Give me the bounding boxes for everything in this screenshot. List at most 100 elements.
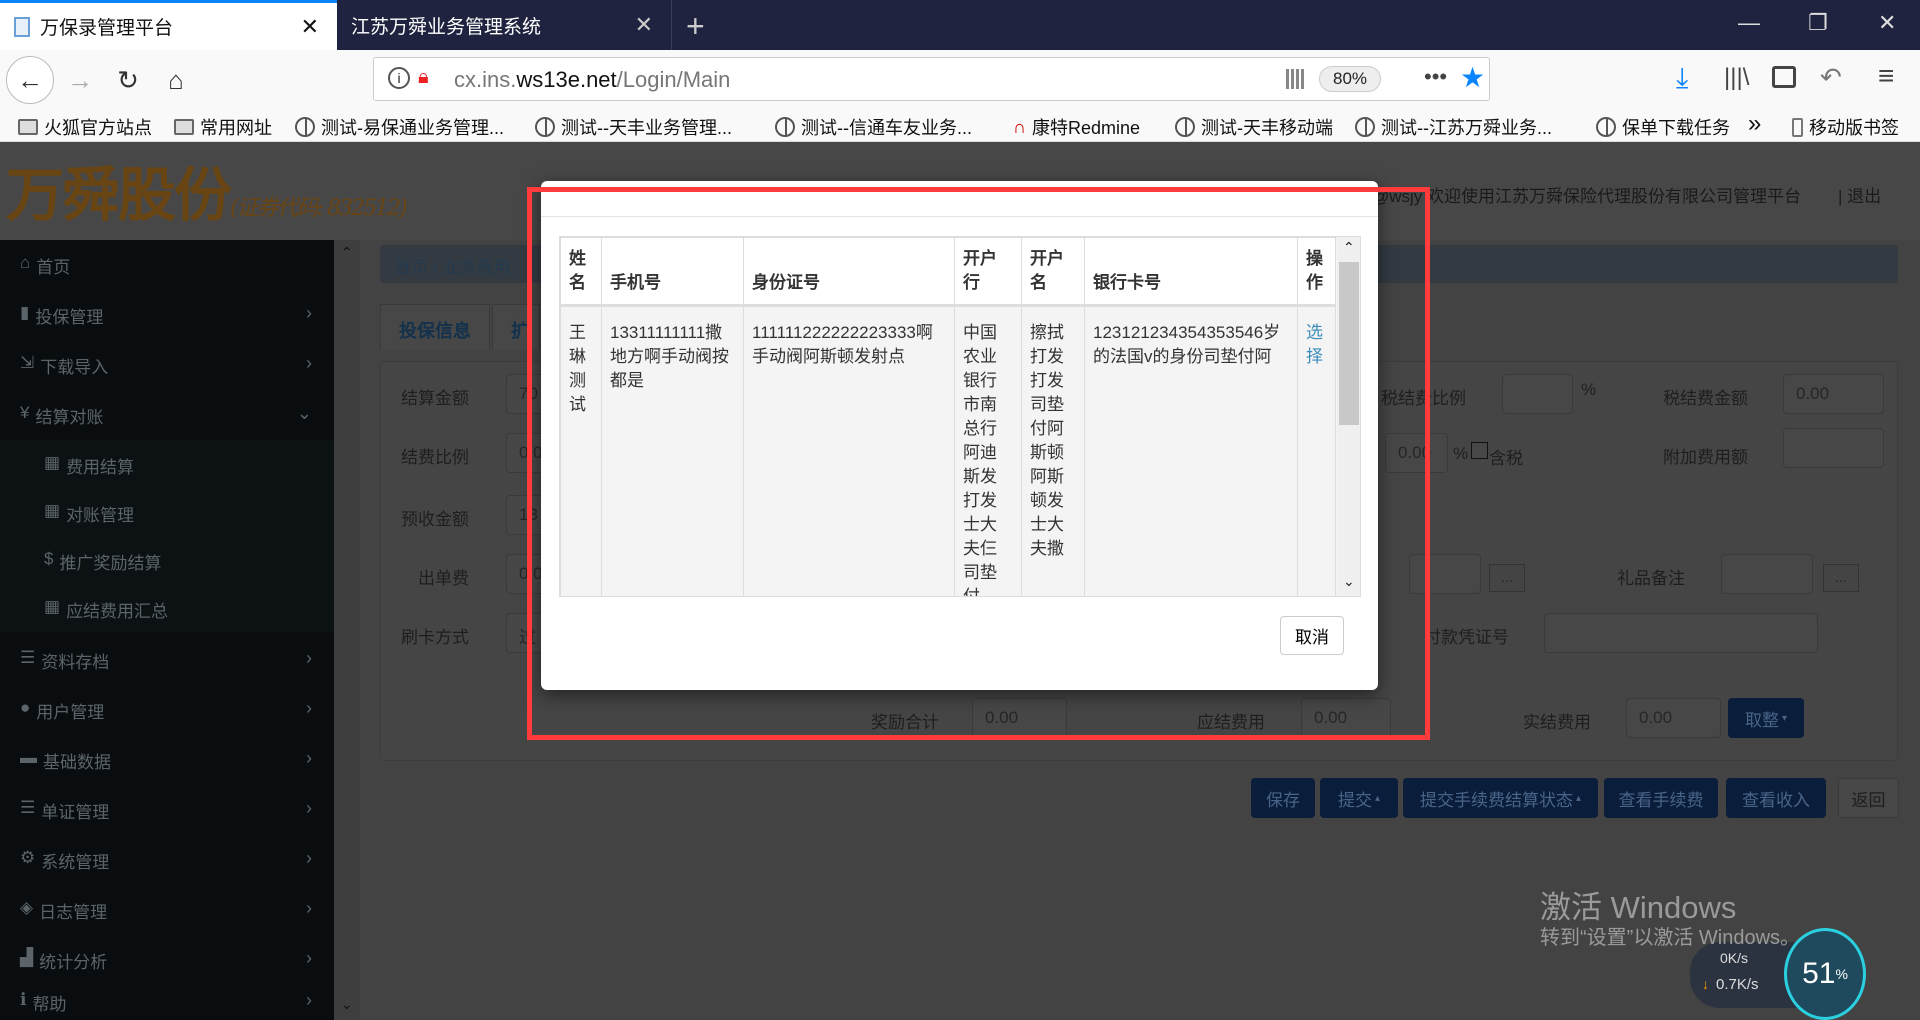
select-link[interactable]: 选择 — [1306, 323, 1323, 366]
view-income-button[interactable]: 查看收入 — [1726, 778, 1826, 818]
window-close-icon[interactable]: ✕ — [1878, 10, 1896, 36]
sidebar-item-logs[interactable]: ◈ 日志管理 › — [0, 885, 334, 935]
info-icon[interactable]: i — [388, 67, 410, 89]
bookmark-label: 火狐官方站点 — [44, 118, 152, 138]
download-icon[interactable]: ⤓ — [1676, 62, 1688, 95]
breadcrumb-home[interactable]: 首页 — [394, 258, 428, 277]
new-tab-button[interactable]: + — [686, 8, 705, 45]
extra-fee-input[interactable] — [1783, 428, 1884, 468]
address-bar[interactable]: i 🔒︎ cx.ins.ws13e.net/Login/Main 80% •••… — [373, 57, 1490, 101]
sidebar-item-help[interactable]: ℹ 帮助 › — [0, 980, 334, 1020]
sidebar-item-policy[interactable]: ▮ 投保管理 › — [0, 290, 334, 340]
scrollbar-thumb[interactable] — [1339, 262, 1359, 425]
sidebar-toggle-icon[interactable] — [1772, 66, 1796, 88]
bookmark[interactable]: 测试--信通车友业务... — [775, 114, 972, 140]
browser-tab[interactable]: 江苏万舜业务管理系统 ✕ — [337, 0, 672, 50]
table-scrollbar[interactable]: ⌃ ⌄ — [1337, 237, 1360, 596]
bookmark[interactable]: 火狐官方站点 — [18, 114, 152, 140]
gift-browse-button[interactable]: ... — [1823, 564, 1859, 592]
restore-icon[interactable]: ❐ — [1808, 10, 1828, 36]
bookmark-star-icon[interactable]: ★ — [1460, 61, 1485, 94]
chevron-right-icon: › — [306, 848, 312, 868]
sidebar-scrollbar[interactable]: ⌃ ⌄ — [334, 240, 360, 1020]
cell-action: 选择 — [1297, 305, 1336, 596]
sidebar-subitem-promo-reward[interactable]: $ 推广奖励结算 — [0, 536, 334, 584]
bookmarks-overflow-button[interactable]: » — [1748, 110, 1761, 138]
logout-link[interactable]: | 退出 — [1838, 182, 1881, 207]
info-icon: ℹ — [20, 990, 27, 1009]
tab-policy-info[interactable]: 投保信息 — [380, 304, 490, 350]
scroll-down-icon[interactable]: ⌄ — [341, 996, 353, 1013]
bookmark[interactable]: 测试-天丰移动端 — [1175, 114, 1333, 140]
bookmark[interactable]: 测试--天丰业务管理... — [535, 114, 732, 140]
bookmark[interactable]: 移动版书签 — [1792, 114, 1899, 140]
card-mode-label: 刷卡方式 — [401, 628, 469, 647]
voucher-input[interactable] — [1544, 613, 1818, 653]
sidebar-item-import[interactable]: ⇲ 下载导入 › — [0, 340, 334, 390]
save-button[interactable]: 保存 — [1251, 778, 1315, 818]
scroll-up-icon[interactable]: ⌃ — [1343, 239, 1355, 256]
submit-dropdown-button[interactable]: 提交 ▴ — [1320, 778, 1398, 818]
back-button[interactable]: ← — [6, 56, 54, 104]
url-text[interactable]: cx.ins.ws13e.net/Login/Main — [454, 67, 730, 93]
sidebar-subitem-fee-summary[interactable]: ▦ 应结费用汇总 — [0, 584, 334, 632]
bookmark[interactable]: 保单下载任务 — [1596, 114, 1746, 140]
undo-icon[interactable]: ↶ — [1820, 62, 1842, 93]
cancel-button[interactable]: 取消 — [1280, 616, 1344, 655]
sidebar-item-settlement[interactable]: ¥ 结算对账 ⌄ — [0, 390, 334, 440]
bookmark-label: 常用网址 — [200, 118, 272, 138]
bookmark[interactable]: 常用网址 — [174, 114, 272, 140]
sidebar-item-stats[interactable]: ▟ 统计分析 › — [0, 935, 334, 985]
ratio-input[interactable]: 0.00 — [1385, 433, 1448, 473]
library-icon[interactable]: |||\ — [1724, 64, 1749, 92]
chevron-right-icon: › — [306, 698, 312, 718]
reward-total-input[interactable]: 0.00 — [972, 698, 1067, 738]
sidebar-item-documents[interactable]: ☰ 单证管理 › — [0, 785, 334, 835]
gift-note-input[interactable] — [1721, 554, 1813, 594]
more-icon[interactable]: ••• — [1424, 64, 1447, 90]
zoom-level[interactable]: 80% — [1319, 66, 1381, 92]
home-button[interactable]: ⌂ — [152, 56, 200, 104]
bookmark-label: 测试--天丰业务管理... — [561, 118, 732, 138]
due-fee-input[interactable]: 0.00 — [1301, 698, 1391, 738]
tab-extended[interactable]: 扩 — [492, 304, 540, 350]
percent-unit: % — [1453, 444, 1469, 463]
back-page-button[interactable]: 返回 — [1838, 778, 1899, 818]
round-dropdown-button[interactable]: 取整 ▾ — [1728, 698, 1804, 738]
bookmark[interactable]: 测试-易保通业务管理... — [295, 114, 504, 140]
sidebar-item-archive[interactable]: ☰ 资料存档 › — [0, 635, 334, 685]
scroll-down-icon[interactable]: ⌄ — [1343, 573, 1355, 590]
browse-button[interactable]: ... — [1489, 564, 1525, 592]
bookmark[interactable]: 测试--江苏万舜业务... — [1355, 114, 1552, 140]
close-tab-icon[interactable]: ✕ — [635, 12, 653, 38]
browser-tab-active[interactable]: 万保录管理平台 ✕ — [0, 0, 337, 50]
close-tab-icon[interactable]: ✕ — [301, 14, 319, 40]
actual-fee-input[interactable]: 0.00 — [1626, 698, 1721, 738]
insecure-lock-icon[interactable]: 🔒︎ — [418, 66, 429, 89]
view-fees-button[interactable]: 查看手续费 — [1604, 778, 1718, 818]
table-header-row: 姓名 手机号 身份证号 开户行 开户名 银行卡号 操作 — [560, 237, 1336, 307]
sidebar-subitem-reconciliation[interactable]: ▦ 对账管理 — [0, 488, 334, 536]
cell-name: 王琳测试 — [560, 305, 602, 596]
tax-ratio-input[interactable] — [1502, 374, 1573, 414]
tax-included-checkbox[interactable] — [1471, 442, 1488, 459]
reload-button[interactable]: ↻ — [104, 56, 152, 104]
table-row: 王琳测试 13311111111撒地方啊手动阀按都是 1111112222222… — [560, 305, 1336, 596]
tax-amount-input[interactable]: 0.00 — [1783, 374, 1884, 414]
submit-fee-status-button[interactable]: 提交手续费结算状态 ▴ — [1403, 778, 1598, 818]
qr-code-icon[interactable] — [1286, 69, 1306, 89]
sidebar-subitem-fee-settlement[interactable]: ▦ 费用结算 — [0, 440, 334, 488]
chevron-right-icon: › — [306, 353, 312, 373]
issue-related-input[interactable] — [1409, 554, 1481, 594]
sidebar-item-system[interactable]: ⚙ 系统管理 › — [0, 835, 334, 885]
bookmark[interactable]: ∩ 康特Redmine — [1013, 114, 1140, 140]
menu-icon[interactable]: ≡ — [1878, 60, 1894, 92]
globe-icon — [775, 117, 795, 137]
button-label: 提交手续费结算状态 — [1419, 790, 1573, 810]
sidebar-item-users[interactable]: ● 用户管理 › — [0, 685, 334, 735]
scroll-up-icon[interactable]: ⌃ — [341, 244, 353, 261]
sidebar-item-basic-data[interactable]: ▬ 基础数据 › — [0, 735, 334, 785]
sidebar-item-home[interactable]: ⌂ 首页 — [0, 240, 334, 290]
minimize-icon[interactable]: — — [1738, 10, 1760, 36]
forward-button[interactable]: → — [56, 56, 104, 104]
